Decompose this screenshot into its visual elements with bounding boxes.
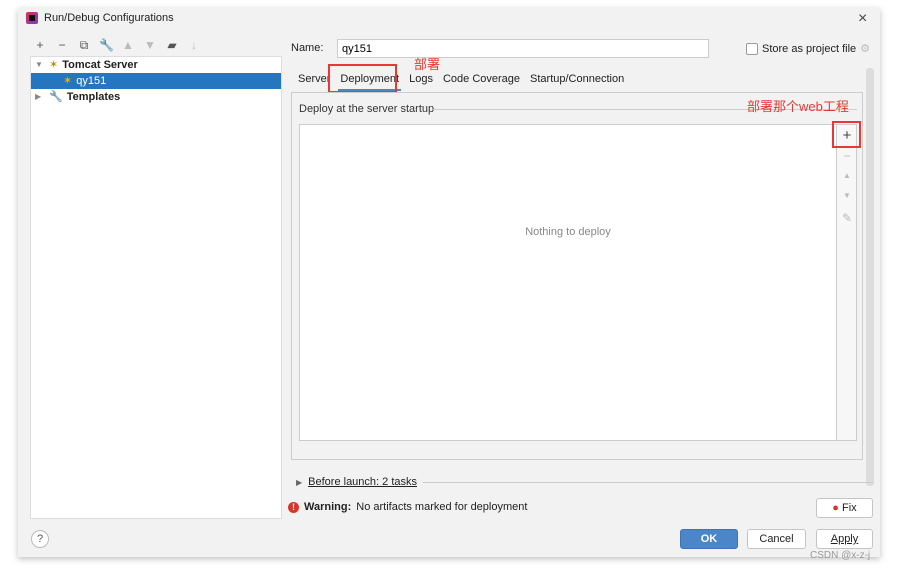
tomcat-icon: ✶: [49, 59, 59, 71]
error-icon: !: [288, 501, 299, 513]
tab-code-coverage[interactable]: Code Coverage: [441, 72, 522, 91]
move-down-icon[interactable]: ▼: [837, 191, 857, 200]
help-button[interactable]: ?: [31, 530, 49, 548]
ok-button[interactable]: OK: [680, 529, 738, 549]
annotation-add: 部署那个web工程: [747, 99, 849, 114]
divider: [423, 481, 873, 483]
annotation-box-add: [832, 121, 861, 148]
tab-startup-connection[interactable]: Startup/Connection: [528, 72, 626, 91]
before-launch-label[interactable]: Before launch: 2 tasks: [308, 476, 417, 488]
remove-icon[interactable]: −: [55, 38, 69, 53]
move-up-icon[interactable]: ▲: [837, 171, 857, 180]
empty-text: Nothing to deploy: [525, 226, 611, 238]
tree-item-templates[interactable]: ▶ 🔧 Templates: [31, 89, 281, 105]
wrench-icon[interactable]: 🔧: [99, 38, 114, 53]
tree-label: Tomcat Server: [62, 59, 138, 71]
remove-icon[interactable]: −: [837, 149, 857, 163]
tree-label: Templates: [66, 91, 121, 103]
annotation-tab: 部署: [414, 57, 441, 72]
store-label: Store as project file: [762, 42, 857, 55]
before-launch[interactable]: ▶ Before launch: 2 tasks: [296, 476, 873, 488]
dialog-title-bar: Run/Debug Configurations: [26, 12, 174, 24]
edit-icon[interactable]: ✎: [837, 211, 857, 225]
warning-label: Warning:: [304, 501, 352, 513]
name-input[interactable]: [337, 39, 709, 58]
tab-server[interactable]: Server: [296, 72, 332, 91]
add-icon[interactable]: +: [33, 38, 47, 53]
list-toolbar: + − ▲ ▼ ✎: [837, 124, 857, 441]
dialog-title: Run/Debug Configurations: [44, 12, 174, 24]
expand-arrow-icon[interactable]: ▼: [35, 57, 45, 73]
tree-item-tomcat-server[interactable]: ▼ ✶ Tomcat Server: [31, 57, 281, 73]
close-icon[interactable]: ×: [858, 10, 867, 28]
wrench-icon: 🔧: [49, 91, 63, 103]
collapse-arrow-icon[interactable]: ▶: [35, 89, 45, 105]
move-down-icon[interactable]: ▼: [143, 38, 157, 53]
name-label: Name:: [291, 42, 324, 54]
fix-label: Fix: [842, 502, 857, 514]
warning-message: ! Warning: No artifacts marked for deplo…: [288, 501, 527, 513]
app-icon: [26, 12, 38, 24]
bulb-icon: ●: [832, 502, 839, 514]
tree-item-qy151[interactable]: ✶ qy151: [31, 73, 281, 89]
expand-arrow-icon[interactable]: ▶: [296, 478, 302, 487]
deploy-list[interactable]: [299, 124, 837, 441]
tree-label: qy151: [76, 75, 107, 87]
watermark: CSDN @x-z-j: [810, 550, 871, 561]
deploy-section-title: Deploy at the server startup: [299, 103, 435, 115]
annotation-box-tab: [328, 64, 397, 93]
copy-icon[interactable]: ⧉: [77, 38, 91, 53]
apply-button[interactable]: Apply: [816, 529, 873, 549]
tomcat-icon: ✶: [63, 75, 73, 87]
store-checkbox[interactable]: [746, 42, 758, 55]
gear-icon[interactable]: ⚙: [860, 42, 870, 55]
folder-icon[interactable]: ▰: [165, 38, 179, 53]
sort-icon[interactable]: ↓: [187, 38, 201, 53]
store-as-project-file[interactable]: Store as project file ⚙: [746, 42, 870, 55]
tab-logs[interactable]: Logs: [407, 72, 435, 91]
cancel-button[interactable]: Cancel: [747, 529, 806, 549]
config-tree: ▼ ✶ Tomcat Server ✶ qy151 ▶ 🔧 Templates: [30, 56, 282, 519]
scrollbar[interactable]: [866, 68, 874, 486]
config-toolbar: + − ⧉ 🔧 ▲ ▼ ▰ ↓: [33, 38, 201, 53]
move-up-icon[interactable]: ▲: [121, 38, 135, 53]
warning-text: No artifacts marked for deployment: [356, 501, 528, 513]
fix-button[interactable]: ● Fix: [816, 498, 873, 518]
